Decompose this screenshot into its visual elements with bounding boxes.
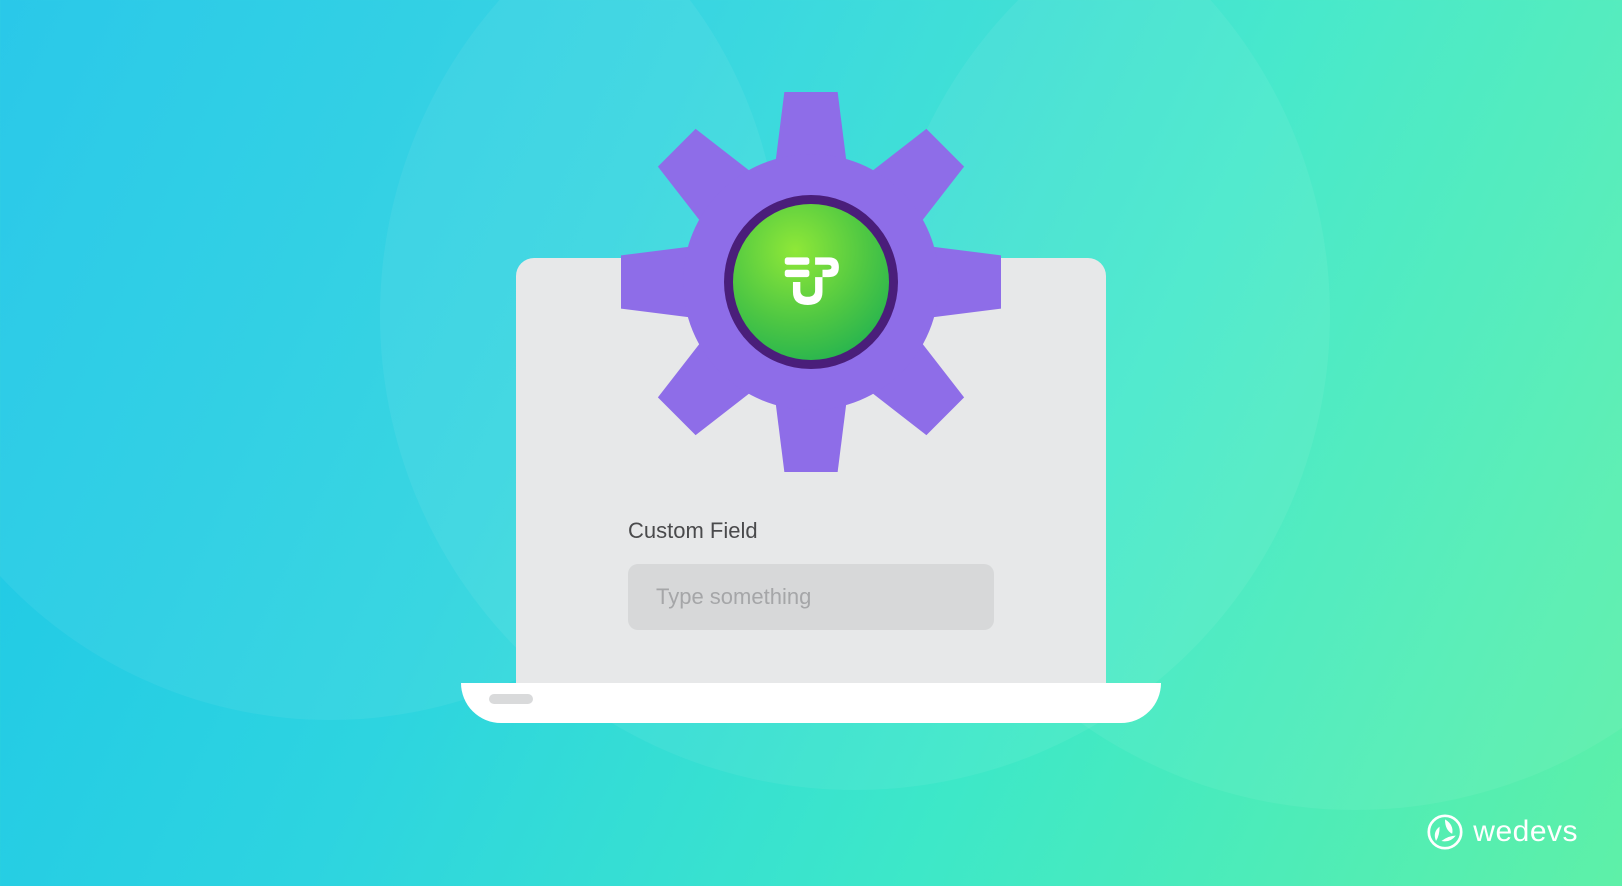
field-label: Custom Field bbox=[628, 518, 994, 544]
gear-icon bbox=[621, 92, 1001, 472]
custom-field-input[interactable] bbox=[628, 564, 994, 630]
gear-center bbox=[724, 195, 898, 369]
laptop-base bbox=[461, 683, 1161, 723]
up-logo-icon bbox=[733, 204, 889, 360]
brand-name: wedevs bbox=[1473, 815, 1578, 849]
laptop-notch bbox=[489, 694, 533, 704]
wedevs-logo-icon bbox=[1427, 814, 1463, 850]
brand-watermark: wedevs bbox=[1427, 814, 1578, 850]
